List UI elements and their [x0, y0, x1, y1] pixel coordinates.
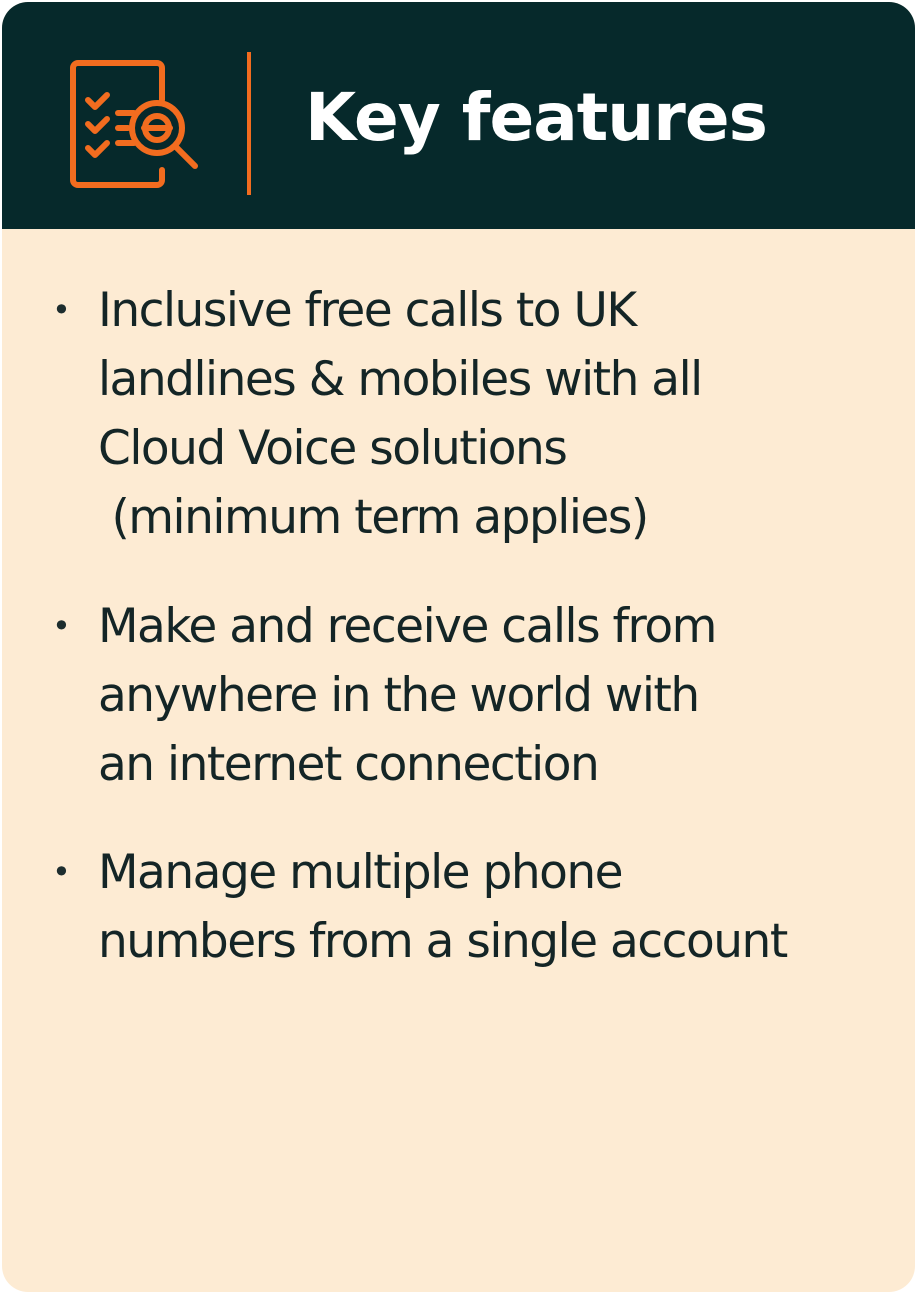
feature-line: Inclusive free calls to UK	[98, 283, 637, 338]
card-header: Key features	[2, 2, 915, 229]
card-title: Key features	[305, 79, 768, 156]
feature-line: Cloud Voice solutions	[98, 421, 568, 476]
feature-text: Manage multiple phone numbers from a sin…	[98, 838, 888, 976]
feature-line: an internet connection	[98, 737, 600, 792]
bullet-icon: •	[52, 607, 71, 645]
checklist-magnifier-icon	[70, 60, 198, 188]
feature-text: Make and receive calls from anywhere in …	[98, 592, 888, 799]
feature-text: Inclusive free calls to UK landlines & m…	[98, 276, 888, 552]
feature-line: Make and receive calls from	[98, 599, 717, 654]
header-divider	[247, 52, 251, 195]
feature-line: landlines & mobiles with all	[98, 352, 703, 407]
feature-line: anywhere in the world with	[98, 668, 700, 723]
feature-line: Manage multiple phone	[98, 845, 624, 900]
bullet-icon: •	[52, 291, 71, 329]
key-features-card: Key features • Inclusive free calls to U…	[2, 2, 915, 1292]
feature-line: (minimum term applies)	[98, 490, 649, 545]
bullet-icon: •	[52, 853, 71, 891]
feature-line: numbers from a single account	[98, 914, 788, 969]
